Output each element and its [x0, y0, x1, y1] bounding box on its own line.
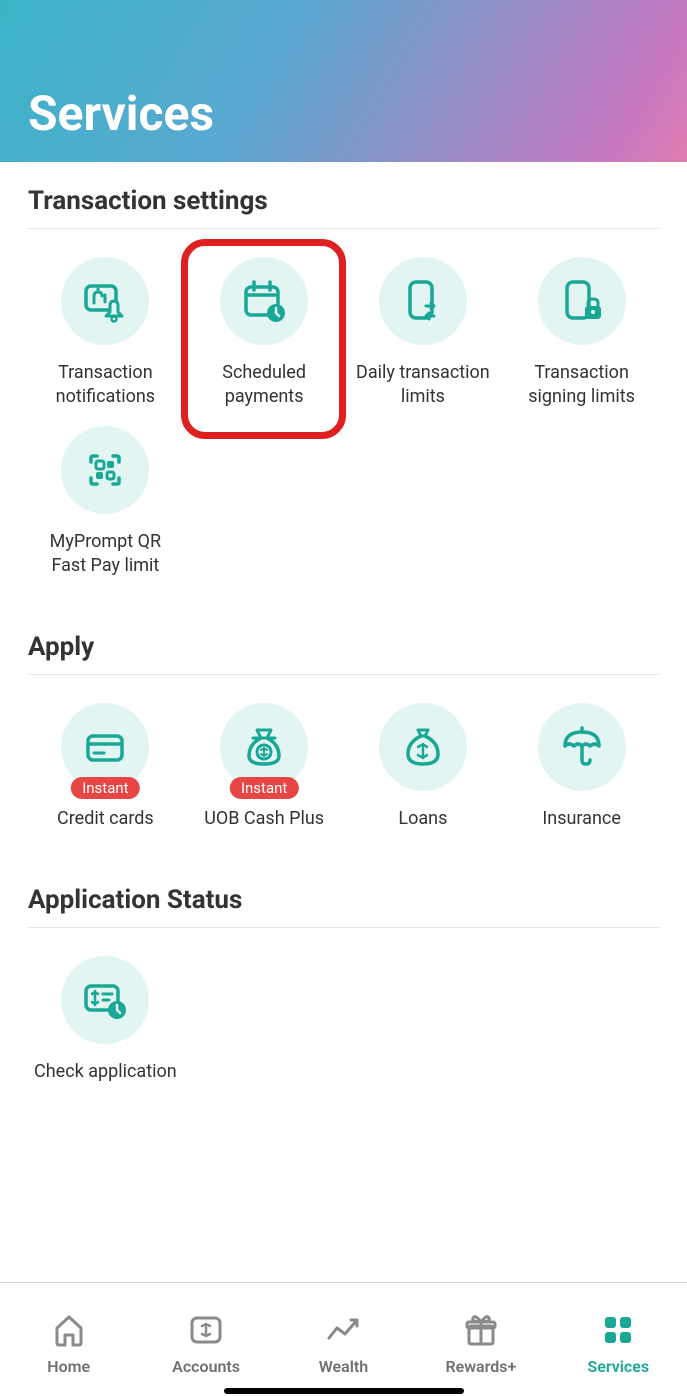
home-indicator [224, 1388, 464, 1394]
tile-label: Check application [34, 1060, 177, 1084]
nav-label: Accounts [172, 1357, 240, 1376]
notification-icon [61, 257, 149, 345]
tile-credit-cards[interactable]: Instant Credit cards [28, 699, 183, 835]
divider [28, 674, 659, 675]
wealth-icon [323, 1309, 363, 1351]
tile-label: Transaction notifications [32, 361, 179, 410]
apply-grid: Instant Credit cards Instant UOB Cash Pl… [28, 699, 659, 835]
nav-label: Home [47, 1357, 90, 1376]
money-bag-icon [379, 703, 467, 791]
content: Transaction settings Transaction notific… [0, 162, 687, 1089]
bottom-nav: Home Accounts Wealth Rewards+ [0, 1282, 687, 1396]
transaction-grid: Transaction notifications Scheduled paym… [28, 253, 659, 582]
divider [28, 228, 659, 229]
nav-label: Rewards+ [445, 1357, 516, 1376]
nav-services[interactable]: Services [550, 1283, 687, 1396]
divider [28, 927, 659, 928]
status-grid: Check application [28, 952, 659, 1088]
qr-icon [61, 426, 149, 514]
tile-transaction-notifications[interactable]: Transaction notifications [28, 253, 183, 414]
phone-transfer-icon [379, 257, 467, 345]
rewards-icon [461, 1309, 501, 1351]
tile-label: MyPrompt QR Fast Pay limit [32, 530, 179, 579]
nav-wealth[interactable]: Wealth [275, 1283, 412, 1396]
section-title-apply: Apply [28, 632, 659, 662]
instant-badge: Instant [71, 777, 139, 799]
accounts-icon [186, 1309, 226, 1351]
tile-label: Daily transaction limits [350, 361, 497, 410]
tile-label: UOB Cash Plus [204, 807, 324, 831]
tile-signing-limits[interactable]: Transaction signing limits [504, 253, 659, 414]
home-icon [49, 1309, 89, 1351]
umbrella-icon [538, 703, 626, 791]
tile-cash-plus[interactable]: Instant UOB Cash Plus [187, 699, 342, 835]
tile-label: Loans [398, 807, 447, 831]
section-title-status: Application Status [28, 885, 659, 915]
tile-qr-limit[interactable]: MyPrompt QR Fast Pay limit [28, 422, 183, 583]
tile-daily-limits[interactable]: Daily transaction limits [346, 253, 501, 414]
tile-label: Credit cards [57, 807, 154, 831]
calendar-clock-icon [220, 257, 308, 345]
phone-lock-icon [538, 257, 626, 345]
card-icon: Instant [61, 703, 149, 791]
services-icon [598, 1309, 638, 1351]
tile-label: Transaction signing limits [508, 361, 655, 410]
tile-loans[interactable]: Loans [346, 699, 501, 835]
nav-accounts[interactable]: Accounts [137, 1283, 274, 1396]
tile-check-application[interactable]: Check application [28, 952, 183, 1088]
nav-label: Wealth [319, 1357, 368, 1376]
section-title-transaction: Transaction settings [28, 186, 659, 216]
tile-insurance[interactable]: Insurance [504, 699, 659, 835]
tile-label: Scheduled payments [191, 361, 338, 410]
nav-home[interactable]: Home [0, 1283, 137, 1396]
tile-scheduled-payments[interactable]: Scheduled payments [187, 253, 342, 414]
nav-rewards[interactable]: Rewards+ [412, 1283, 549, 1396]
tile-label: Insurance [542, 807, 621, 831]
nav-label: Services [587, 1357, 649, 1376]
check-app-icon [61, 956, 149, 1044]
instant-badge: Instant [230, 777, 298, 799]
header: Services [0, 0, 687, 162]
page-title: Services [28, 85, 214, 142]
money-bag-tied-icon: Instant [220, 703, 308, 791]
